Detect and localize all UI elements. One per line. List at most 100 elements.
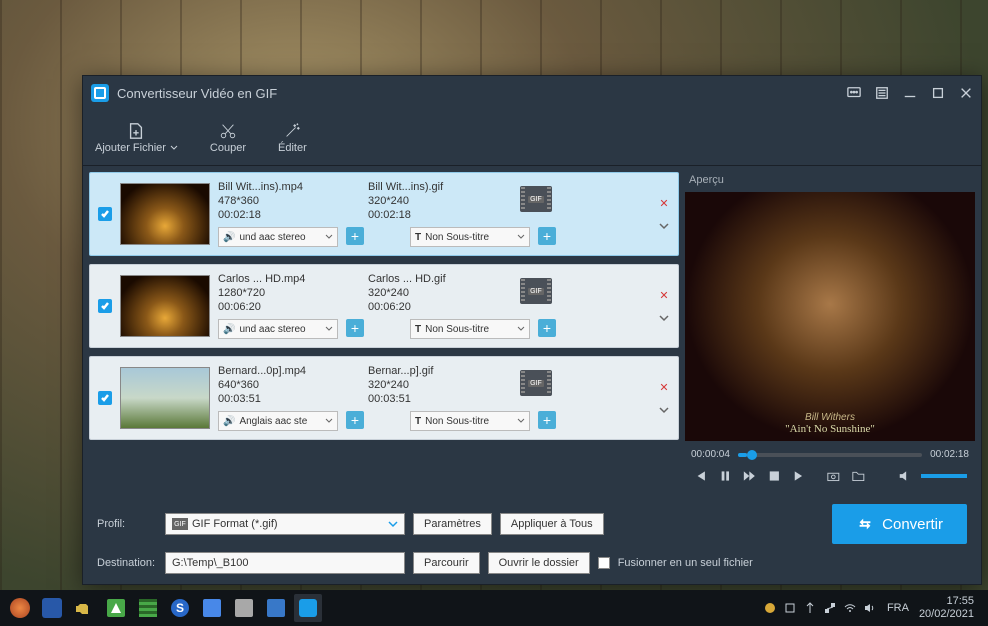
expand-row-icon[interactable] xyxy=(658,404,670,416)
taskbar-app-9[interactable] xyxy=(262,594,290,622)
source-info: Carlos ... HD.mp4 1280*720 00:06:20 xyxy=(218,273,348,313)
source-duration: 00:03:51 xyxy=(218,393,348,405)
file-checkbox[interactable] xyxy=(98,391,112,405)
convert-button[interactable]: Convertir xyxy=(832,504,967,544)
tray-icon-1[interactable] xyxy=(763,601,777,615)
stop-icon[interactable] xyxy=(767,468,782,484)
comment-icon[interactable] xyxy=(847,86,861,100)
seek-bar[interactable] xyxy=(738,453,922,457)
taskbar-app-7[interactable] xyxy=(198,594,226,622)
preview-video[interactable]: Bill Withers "Ain't No Sunshine" xyxy=(685,192,975,441)
remove-row-button[interactable]: ✕ xyxy=(659,381,668,394)
file-row[interactable]: Bernard...0p].mp4 640*360 00:03:51 Berna… xyxy=(89,356,679,440)
file-row[interactable]: Carlos ... HD.mp4 1280*720 00:06:20 Carl… xyxy=(89,264,679,348)
taskbar-app-5[interactable] xyxy=(134,594,162,622)
output-duration: 00:06:20 xyxy=(368,301,498,313)
toolbar: Ajouter Fichier Couper Éditer xyxy=(83,110,981,166)
destination-label: Destination: xyxy=(97,557,157,569)
speaker-icon: 🔊 xyxy=(223,232,235,243)
add-subtitle-button[interactable]: + xyxy=(538,411,556,429)
add-audio-button[interactable]: + xyxy=(346,411,364,429)
tray-clock[interactable]: 17:55 20/02/2021 xyxy=(919,595,974,621)
taskbar-app-3[interactable] xyxy=(70,594,98,622)
merge-checkbox[interactable] xyxy=(598,557,610,569)
audio-value: Anglais aac ste xyxy=(239,416,321,427)
volume-slider[interactable] xyxy=(921,474,967,478)
edit-button[interactable]: Éditer xyxy=(278,122,307,154)
add-file-label: Ajouter Fichier xyxy=(95,142,166,154)
browse-button[interactable]: Parcourir xyxy=(413,552,480,574)
add-audio-button[interactable]: + xyxy=(346,319,364,337)
file-checkbox[interactable] xyxy=(98,299,112,313)
convert-icon xyxy=(856,515,874,533)
menu-icon[interactable] xyxy=(875,86,889,100)
close-icon[interactable] xyxy=(959,86,973,100)
bottom-bar: Profil: GIFGIF Format (*.gif) Paramètres… xyxy=(83,494,981,584)
chevron-down-icon xyxy=(325,233,333,241)
profile-dropdown[interactable]: GIFGIF Format (*.gif) xyxy=(165,513,405,535)
output-info: Carlos ... HD.gif 320*240 00:06:20 xyxy=(368,273,498,313)
preview-frame xyxy=(685,192,975,441)
apply-all-button[interactable]: Appliquer à Tous xyxy=(500,513,604,535)
fastforward-icon[interactable] xyxy=(742,468,757,484)
output-format-icon: GIF xyxy=(518,365,554,401)
profile-label: Profil: xyxy=(97,518,157,530)
prev-icon[interactable] xyxy=(693,468,708,484)
file-thumbnail xyxy=(120,367,210,429)
add-subtitle-button[interactable]: + xyxy=(538,319,556,337)
source-resolution: 1280*720 xyxy=(218,287,348,299)
maximize-icon[interactable] xyxy=(931,86,945,100)
time-total: 00:02:18 xyxy=(930,449,969,460)
taskbar-app-2[interactable] xyxy=(38,594,66,622)
expand-row-icon[interactable] xyxy=(658,220,670,232)
tray-wifi-icon[interactable] xyxy=(843,601,857,615)
taskbar-app-4[interactable] xyxy=(102,594,130,622)
volume-icon[interactable] xyxy=(897,468,912,484)
subtitle-dropdown[interactable]: T Non Sous-titre xyxy=(410,319,530,339)
add-audio-button[interactable]: + xyxy=(346,227,364,245)
audio-dropdown[interactable]: 🔊 und aac stereo xyxy=(218,227,338,247)
open-folder-button[interactable]: Ouvrir le dossier xyxy=(488,552,590,574)
file-checkbox[interactable] xyxy=(98,207,112,221)
source-resolution: 640*360 xyxy=(218,379,348,391)
remove-row-button[interactable]: ✕ xyxy=(659,289,668,302)
next-icon[interactable] xyxy=(792,468,807,484)
audio-dropdown[interactable]: 🔊 und aac stereo xyxy=(218,319,338,339)
remove-row-button[interactable]: ✕ xyxy=(659,197,668,210)
merge-label: Fusionner en un seul fichier xyxy=(618,557,753,569)
output-format-icon: GIF xyxy=(518,273,554,309)
expand-row-icon[interactable] xyxy=(658,312,670,324)
tray-volume-icon[interactable] xyxy=(863,601,877,615)
time-current: 00:00:04 xyxy=(691,449,730,460)
subtitle-dropdown[interactable]: T Non Sous-titre xyxy=(410,411,530,431)
taskbar-app-active[interactable] xyxy=(294,594,322,622)
taskbar-app-1[interactable] xyxy=(6,594,34,622)
output-filename: Bernar...p].gif xyxy=(368,365,498,377)
output-duration: 00:03:51 xyxy=(368,393,498,405)
add-file-button[interactable]: Ajouter Fichier xyxy=(95,122,178,154)
taskbar-app-6[interactable]: S xyxy=(166,594,194,622)
tray-icon-2[interactable] xyxy=(783,601,797,615)
tray-usb-icon[interactable] xyxy=(803,601,817,615)
text-icon: T xyxy=(415,324,421,335)
taskbar-app-8[interactable] xyxy=(230,594,258,622)
cut-button[interactable]: Couper xyxy=(210,122,246,154)
output-resolution: 320*240 xyxy=(368,195,498,207)
add-subtitle-button[interactable]: + xyxy=(538,227,556,245)
tray-lang[interactable]: FRA xyxy=(887,602,909,614)
preview-pane: Aperçu Bill Withers "Ain't No Sunshine" … xyxy=(685,172,975,488)
destination-input[interactable]: G:\Temp\_B100 xyxy=(165,552,405,574)
audio-dropdown[interactable]: 🔊 Anglais aac ste xyxy=(218,411,338,431)
settings-button[interactable]: Paramètres xyxy=(413,513,492,535)
output-filename: Bill Wit...ins).gif xyxy=(368,181,498,193)
destination-value: G:\Temp\_B100 xyxy=(172,557,248,569)
pause-icon[interactable] xyxy=(718,468,733,484)
chevron-down-icon xyxy=(517,417,525,425)
snapshot-icon[interactable] xyxy=(826,468,841,484)
minimize-icon[interactable] xyxy=(903,86,917,100)
folder-icon[interactable] xyxy=(851,468,866,484)
file-row[interactable]: Bill Wit...ins).mp4 478*360 00:02:18 Bil… xyxy=(89,172,679,256)
seek-thumb[interactable] xyxy=(747,450,757,460)
tray-network-icon[interactable] xyxy=(823,601,837,615)
subtitle-dropdown[interactable]: T Non Sous-titre xyxy=(410,227,530,247)
